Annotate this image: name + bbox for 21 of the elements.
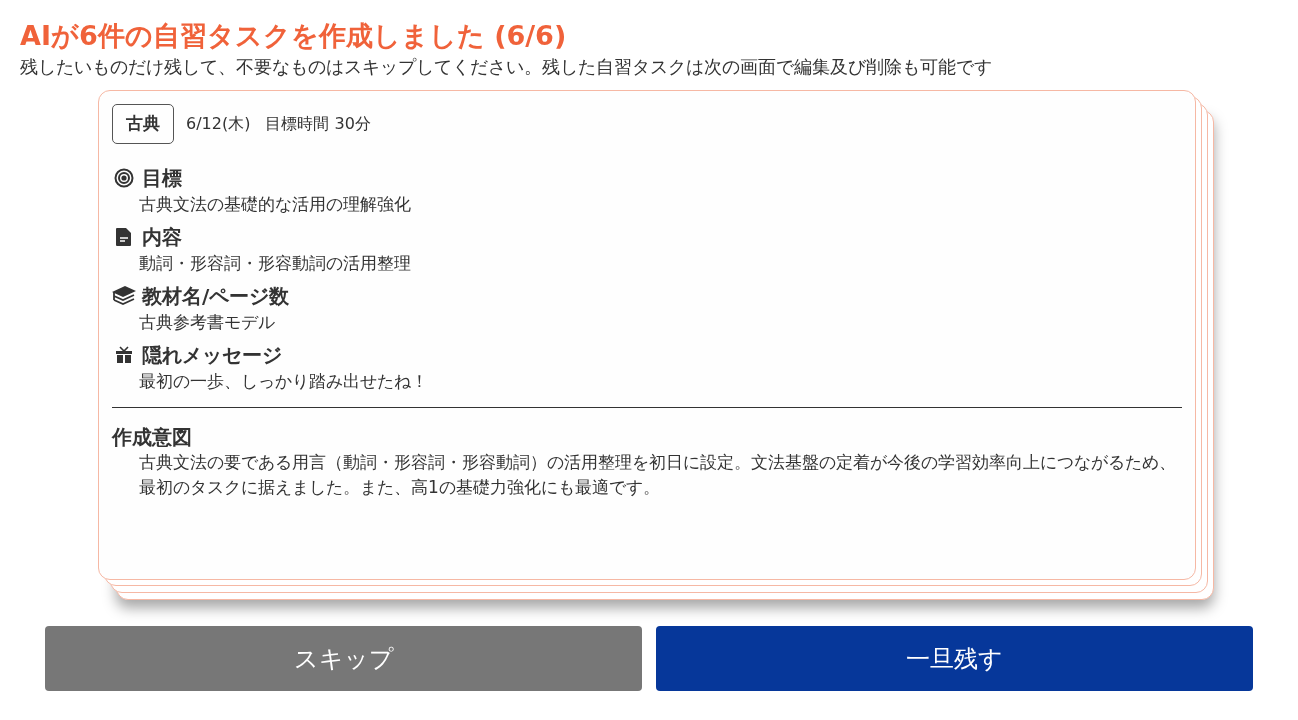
keep-button[interactable]: 一旦残す	[656, 626, 1253, 691]
section-heading: 目標	[142, 165, 182, 192]
gift-icon	[115, 346, 133, 364]
section-text: 古典文法の基礎的な活用の理解強化	[138, 193, 412, 216]
skip-button[interactable]: スキップ	[45, 626, 642, 691]
target-icon	[114, 168, 134, 188]
section-text: 最初の一歩、しっかり踏み出せたね！	[138, 370, 429, 393]
intent-heading: 作成意図	[112, 424, 193, 450]
intent-text: 古典文法の要である用言（動詞・形容詞・形容動詞）の活用整理を初日に設定。文法基盤の定着が今後の学習効率向上につながるため、最初のタスクに据えました。また、高1の基礎力強化にも最適です。	[138, 451, 1177, 499]
page-subtitle: 残したいものだけ残して、不要なものはスキップしてください。残した自習タスクは次の画面で編集及び削除も可能です	[20, 55, 993, 79]
page-title: AIが6件の自習タスクを作成しました (6/6)	[20, 19, 568, 53]
section-heading: 内容	[142, 224, 182, 251]
section-heading: 隠れメッセージ	[142, 342, 282, 369]
section-text: 動詞・形容詞・形容動詞の活用整理	[138, 252, 412, 275]
section-heading: 教材名/ページ数	[142, 283, 290, 310]
task-date: 6/12(木)	[186, 113, 251, 135]
document-icon	[115, 227, 133, 247]
section-text: 古典参考書モデル	[138, 311, 276, 334]
target-time: 目標時間 30分	[265, 113, 371, 135]
subject-tag: 古典	[112, 104, 174, 144]
books-icon	[112, 285, 136, 307]
